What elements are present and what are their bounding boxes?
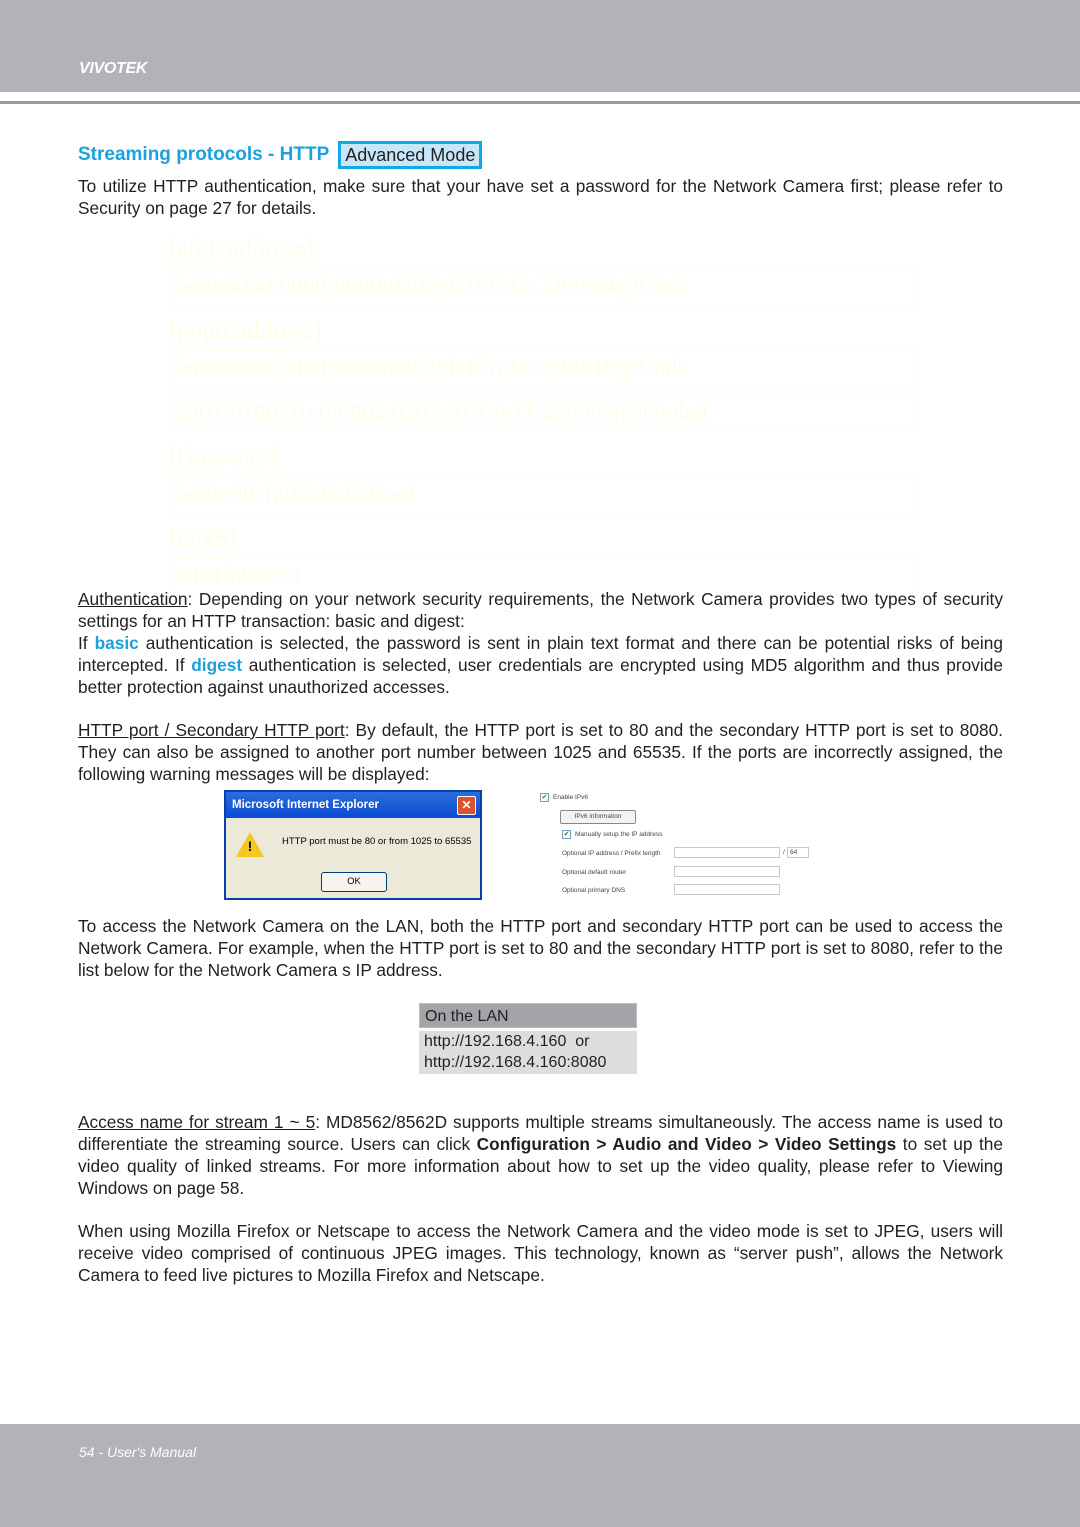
- brand-logo: VIVOTEK: [79, 60, 148, 77]
- ipv6-information-button[interactable]: IPv6 information: [560, 810, 636, 824]
- default-router-label: Optional default router: [562, 869, 627, 876]
- http-port-paragraph: HTTP port / Secondary HTTP port: By defa…: [78, 719, 1003, 785]
- prefix-length-input[interactable]: 64: [787, 847, 809, 858]
- authentication-text: If: [78, 633, 95, 653]
- close-icon[interactable]: ✕: [457, 796, 476, 815]
- primary-dns-label: Optional primary DNS: [562, 887, 626, 894]
- gateway-value: fe80::90:1a00:4142:8ced: [168, 476, 918, 514]
- authentication-text: : Depending on your network security req…: [78, 589, 1003, 631]
- firefox-note-paragraph: When using Mozilla Firefox or Netscape t…: [78, 1221, 1003, 1285]
- faded-ipv6-info-panel: [eth0 address] fe80:0000:0000:0000:0202:…: [168, 230, 918, 602]
- access-name-term: Access name for stream 1 ~ 5: [78, 1112, 316, 1132]
- intro-paragraph: To utilize HTTP authentication, make sur…: [78, 176, 1003, 218]
- lan-url-primary: http://192.168.4.160 or: [424, 1033, 590, 1050]
- default-router-input[interactable]: [674, 866, 780, 877]
- manual-setup-label: Manually setup the IP address: [575, 831, 663, 838]
- digest-keyword: digest: [191, 655, 243, 675]
- prefix-separator: /: [783, 849, 785, 856]
- primary-dns-input[interactable]: [674, 884, 780, 895]
- gateway-label: [Gateway]: [168, 442, 278, 471]
- basic-keyword: basic: [94, 633, 139, 653]
- advanced-mode-badge: Advanced Mode: [338, 141, 483, 169]
- http-port-term: HTTP port / Secondary HTTP port: [78, 720, 345, 740]
- enable-ipv6-label: Enable IPv6: [553, 794, 589, 801]
- ok-button[interactable]: OK: [321, 872, 387, 892]
- page-number: 54 - User's Manual: [79, 1444, 197, 1460]
- authentication-paragraph: Authentication: Depending on your networ…: [78, 588, 1003, 698]
- section-title: Streaming protocols - HTTP: [78, 144, 330, 165]
- dialog-message: HTTP port must be 80 or from 1025 to 655…: [282, 836, 472, 847]
- lan-url-secondary: http://192.168.4.160:8080: [424, 1054, 607, 1071]
- eth0-label: [eth0 address]: [168, 234, 315, 263]
- manual-setup-row: ✔ Manually setup the IP address: [562, 830, 662, 839]
- lan-table-body: http://192.168.4.160 or http://192.168.4…: [419, 1031, 637, 1074]
- dns-label: [DNS]: [168, 524, 238, 553]
- enable-ipv6-row: ✔ Enable IPv6: [540, 793, 588, 802]
- authentication-term: Authentication: [78, 589, 188, 609]
- ppp0-label: [ppp0 address]: [168, 316, 322, 345]
- lan-table-header: On the LAN: [419, 1003, 637, 1028]
- manual-setup-checkbox[interactable]: ✔: [562, 830, 571, 839]
- ppp0-value-global: 2001:b100:01e0:0002:0202:d1ff:fe11:2299/…: [168, 394, 918, 432]
- section-title-row: Streaming protocols - HTTP Advanced Mode: [78, 141, 483, 169]
- warning-exclamation-icon: !: [247, 838, 253, 854]
- page-footer: 54 - User's Manual: [0, 1424, 1080, 1527]
- ie-warning-dialog: Microsoft Internet Explorer ✕ ! HTTP por…: [224, 790, 482, 900]
- eth0-value: fe80:0000:0000:0000:0202:d1ff:fe11:2299/…: [168, 268, 918, 306]
- ipv6-settings-panel: ✔ Enable IPv6 IPv6 information ✔ Manuall…: [538, 790, 818, 902]
- ppp0-value-link: fe80:0000:0000:0000:0202:d1ff:fe11:2299/…: [168, 350, 918, 388]
- access-name-paragraph: Access name for stream 1 ~ 5: MD8562/856…: [78, 1111, 1003, 1199]
- configuration-path: Configuration > Audio and Video > Video …: [476, 1134, 897, 1154]
- enable-ipv6-checkbox[interactable]: ✔: [540, 793, 549, 802]
- dialog-title: Microsoft Internet Explorer ✕: [226, 792, 480, 818]
- lan-access-paragraph: To access the Network Camera on the LAN,…: [78, 916, 1003, 980]
- page-header: VIVOTEK: [0, 0, 1080, 92]
- ip-address-label: Optional IP address / Prefix length: [562, 850, 661, 857]
- dialog-title-text: Microsoft Internet Explorer: [232, 799, 379, 811]
- ip-address-input[interactable]: [674, 847, 780, 858]
- header-divider: [0, 101, 1080, 104]
